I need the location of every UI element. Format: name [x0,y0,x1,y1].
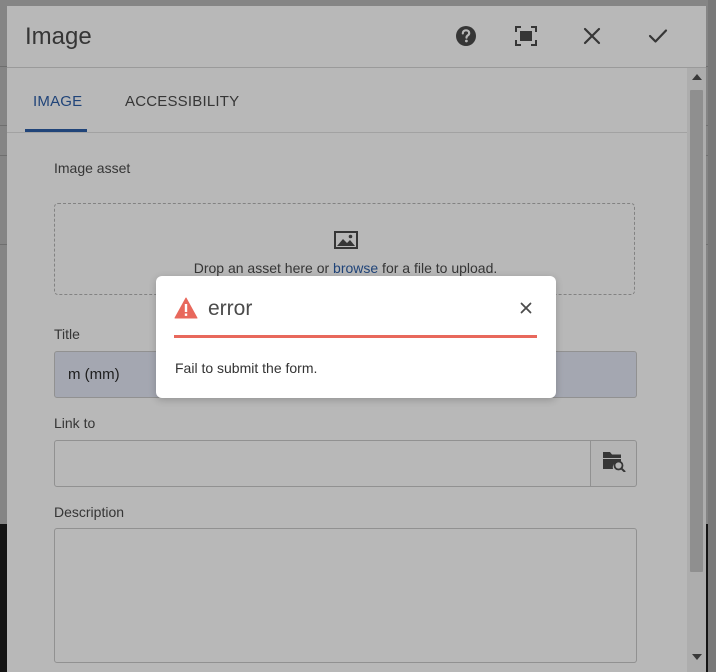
alert-message: Fail to submit the form. [175,360,318,376]
error-alert: error Fail to submit the form. [156,276,556,398]
alert-title: error [208,297,253,320]
alert-close-button[interactable] [516,300,536,320]
close-icon [520,301,532,319]
alert-divider [174,335,537,338]
alert-triangle-icon [174,297,198,324]
